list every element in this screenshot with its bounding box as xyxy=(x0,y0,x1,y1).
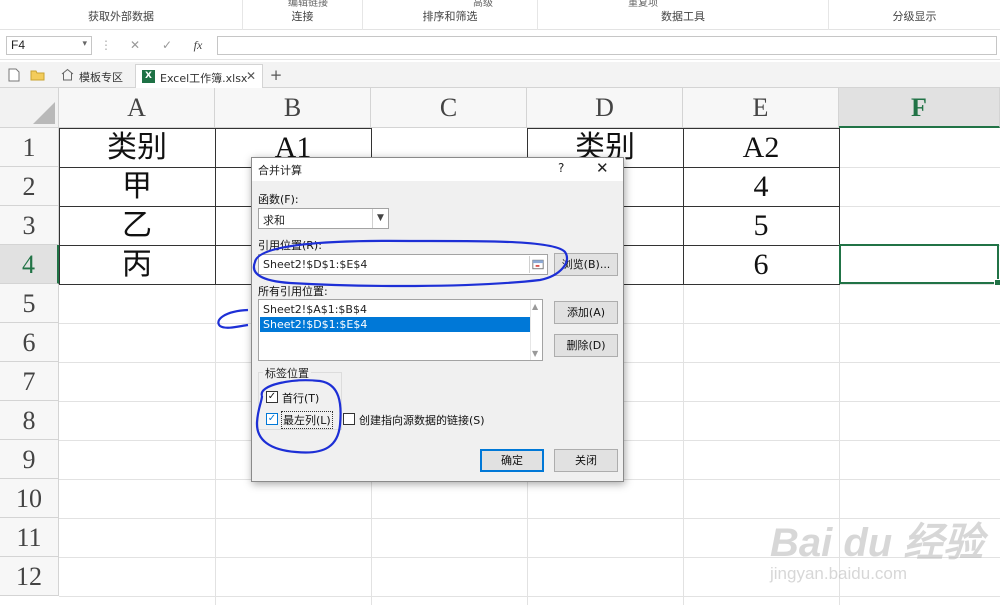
row-header-11[interactable]: 11 xyxy=(0,518,59,557)
ribbon-group-sort-filter: 高级 排序和筛选 xyxy=(363,0,538,30)
watermark-site: jingyan.baidu.com xyxy=(770,564,908,583)
ribbon-group-label: 连接 xyxy=(291,10,314,23)
close-icon[interactable]: ✕ xyxy=(596,159,609,177)
row-header-1[interactable]: 1 xyxy=(0,128,59,167)
new-file-icon[interactable] xyxy=(8,68,20,82)
ribbon-group-get-data: 获取外部数据 xyxy=(0,0,243,30)
insert-function-icon[interactable]: fx xyxy=(188,36,208,55)
list-scrollbar[interactable]: ▲ ▼ xyxy=(530,300,542,360)
tab-label: 模板专区 xyxy=(79,71,123,84)
row-header-6[interactable]: 6 xyxy=(0,323,59,362)
row-header-3[interactable]: 3 xyxy=(0,206,59,245)
ribbon-group-data-tools: 重复项 数据工具 xyxy=(538,0,829,30)
function-select[interactable]: 求和 ▼ xyxy=(258,208,389,229)
help-icon[interactable]: ? xyxy=(558,161,564,175)
create-links-checkbox[interactable] xyxy=(343,413,355,425)
enter-icon[interactable]: ✓ xyxy=(158,36,176,55)
all-references-label: 所有引用位置: xyxy=(258,285,328,298)
add-button[interactable]: 添加(A) xyxy=(554,301,618,324)
ribbon-group-label: 分级显示 xyxy=(892,10,937,23)
row-header-4[interactable]: 4 xyxy=(0,245,59,284)
column-header-d[interactable]: D xyxy=(527,88,683,128)
top-row-label[interactable]: 首行(T) xyxy=(282,390,319,406)
delete-button[interactable]: 删除(D) xyxy=(554,334,618,357)
reference-input[interactable]: Sheet2!$D$1:$E$4 xyxy=(258,254,548,275)
column-header-f[interactable]: F xyxy=(839,88,1000,128)
row-header-12[interactable]: 12 xyxy=(0,557,59,596)
range-picker-icon[interactable] xyxy=(529,256,546,273)
cell-e1[interactable]: A2 xyxy=(683,128,839,167)
formula-input[interactable] xyxy=(217,36,997,55)
label-position-title: 标签位置 xyxy=(263,365,311,381)
left-column-label[interactable]: 最左列(L) xyxy=(281,411,333,429)
row-header-9[interactable]: 9 xyxy=(0,440,59,479)
home-icon xyxy=(61,68,74,81)
cell-e3[interactable]: 5 xyxy=(683,206,839,245)
reference-label: 引用位置(R): xyxy=(258,239,322,252)
cell-a2[interactable]: 甲 xyxy=(59,167,215,206)
cell-a1[interactable]: 类别 xyxy=(59,128,215,167)
name-box[interactable]: F4 ▾ xyxy=(6,36,92,55)
ribbon-group-label: 获取外部数据 xyxy=(88,10,154,23)
close-tab-icon[interactable]: ✕ xyxy=(246,69,256,83)
chevron-down-icon[interactable]: ▾ xyxy=(82,38,87,49)
document-tab-bar: 模板专区 X Excel工作簿.xlsx ✕ + xyxy=(0,62,1000,88)
browse-button[interactable]: 浏览(B)... xyxy=(554,253,618,276)
chevron-down-icon[interactable]: ▼ xyxy=(372,209,388,228)
list-item-selected[interactable]: Sheet2!$D$1:$E$4 xyxy=(260,317,530,332)
excel-file-icon: X xyxy=(142,70,155,83)
row-header-8[interactable]: 8 xyxy=(0,401,59,440)
cell-e2[interactable]: 4 xyxy=(683,167,839,206)
select-all-corner[interactable] xyxy=(0,88,59,128)
scroll-down-icon[interactable]: ▼ xyxy=(532,349,538,358)
column-header-a[interactable]: A xyxy=(59,88,215,128)
left-column-checkbox[interactable] xyxy=(266,413,278,425)
tab-label: Excel工作簿.xlsx xyxy=(160,72,248,85)
tab-excel-workbook[interactable]: X Excel工作簿.xlsx ✕ xyxy=(135,64,263,88)
dialog-title: 合并计算 xyxy=(258,164,302,177)
add-tab-button[interactable]: + xyxy=(267,66,285,84)
cell-a4[interactable]: 丙 xyxy=(59,245,215,284)
baidu-jingyan-watermark: Bai du 经验 jingyan.baidu.com xyxy=(760,510,990,600)
watermark-logo: Bai du 经验 xyxy=(770,521,984,565)
row-header-10[interactable]: 10 xyxy=(0,479,59,518)
function-label: 函数(F): xyxy=(258,193,299,206)
function-value: 求和 xyxy=(263,214,285,227)
row-header-2[interactable]: 2 xyxy=(0,167,59,206)
column-header-e[interactable]: E xyxy=(683,88,839,128)
column-header-c[interactable]: C xyxy=(371,88,527,128)
list-item[interactable]: Sheet2!$A$1:$B$4 xyxy=(260,302,530,317)
scroll-up-icon[interactable]: ▲ xyxy=(532,302,538,311)
top-row-checkbox[interactable] xyxy=(266,391,278,403)
more-options-icon[interactable]: ⋮ xyxy=(100,36,112,55)
column-header-b[interactable]: B xyxy=(215,88,371,128)
cell-e4[interactable]: 6 xyxy=(683,245,839,284)
folder-icon[interactable] xyxy=(30,69,45,81)
cell-a3[interactable]: 乙 xyxy=(59,206,215,245)
reference-value: Sheet2!$D$1:$E$4 xyxy=(263,258,368,271)
ok-button[interactable]: 确定 xyxy=(480,449,544,472)
tab-template-zone[interactable]: 模板专区 xyxy=(55,64,133,88)
dialog-title-bar[interactable]: 合并计算 ? ✕ xyxy=(252,158,623,181)
row-header-7[interactable]: 7 xyxy=(0,362,59,401)
name-box-value: F4 xyxy=(11,38,26,52)
consolidate-dialog: 合并计算 ? ✕ 函数(F): 求和 ▼ 引用位置(R): Sheet2!$D$… xyxy=(251,157,624,482)
formula-bar: F4 ▾ ⋮ ✕ ✓ fx xyxy=(0,30,1000,60)
ribbon-group-label: 排序和筛选 xyxy=(422,10,478,23)
row-header-5[interactable]: 5 xyxy=(0,284,59,323)
cancel-icon[interactable]: ✕ xyxy=(126,36,144,55)
create-links-label[interactable]: 创建指向源数据的链接(S) xyxy=(359,412,485,428)
ribbon-group-connections: 编辑链接 连接 xyxy=(243,0,363,30)
ribbon: 获取外部数据 编辑链接 连接 高级 排序和筛选 重复项 数据工具 分级显示 xyxy=(0,0,1000,30)
close-button[interactable]: 关闭 xyxy=(554,449,618,472)
ribbon-group-outline: 分级显示 xyxy=(829,0,1000,30)
active-cell-f4[interactable] xyxy=(839,244,1000,286)
ribbon-group-label: 数据工具 xyxy=(661,10,705,23)
all-references-list[interactable]: Sheet2!$A$1:$B$4 Sheet2!$D$1:$E$4 ▲ ▼ xyxy=(258,299,543,361)
